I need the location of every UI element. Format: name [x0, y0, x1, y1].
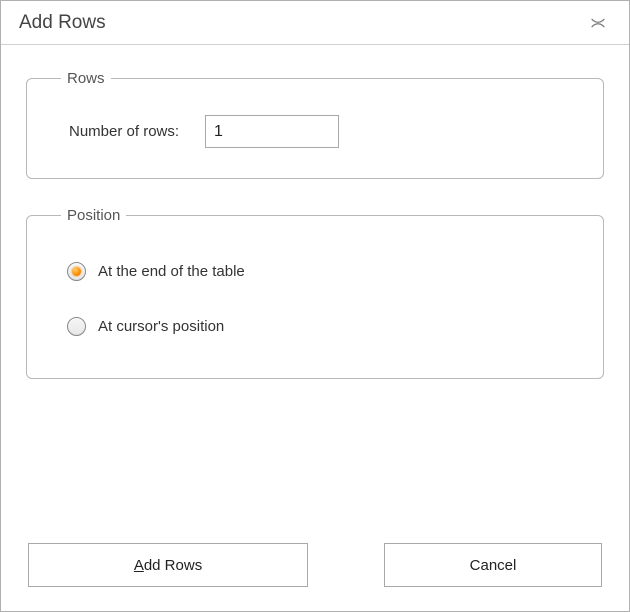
radio-icon	[67, 317, 86, 336]
number-of-rows-row: Number of rows:	[57, 115, 573, 148]
rows-group: Rows Number of rows:	[26, 70, 604, 179]
number-of-rows-label: Number of rows:	[69, 123, 179, 140]
radio-icon	[67, 262, 86, 281]
dialog-title: Add Rows	[19, 12, 585, 34]
radio-cursor-label: At cursor's position	[98, 318, 224, 335]
add-rows-mnemonic: A	[134, 557, 144, 574]
add-rows-button[interactable]: Add Rows	[28, 543, 308, 587]
rows-legend: Rows	[61, 70, 111, 87]
close-icon[interactable]	[585, 13, 611, 33]
radio-cursor-position[interactable]: At cursor's position	[57, 309, 573, 344]
add-rows-rest: dd Rows	[144, 557, 202, 574]
cancel-button[interactable]: Cancel	[384, 543, 602, 587]
radio-end-label: At the end of the table	[98, 263, 245, 280]
add-rows-dialog: Add Rows Rows Number of rows: Position A…	[0, 0, 630, 612]
position-group: Position At the end of the table At curs…	[26, 207, 604, 379]
button-row: Add Rows Cancel	[26, 543, 604, 591]
number-of-rows-input[interactable]	[205, 115, 339, 148]
titlebar: Add Rows	[1, 1, 629, 45]
position-legend: Position	[61, 207, 126, 224]
radio-end-of-table[interactable]: At the end of the table	[57, 254, 573, 289]
dialog-content: Rows Number of rows: Position At the end…	[1, 45, 629, 611]
